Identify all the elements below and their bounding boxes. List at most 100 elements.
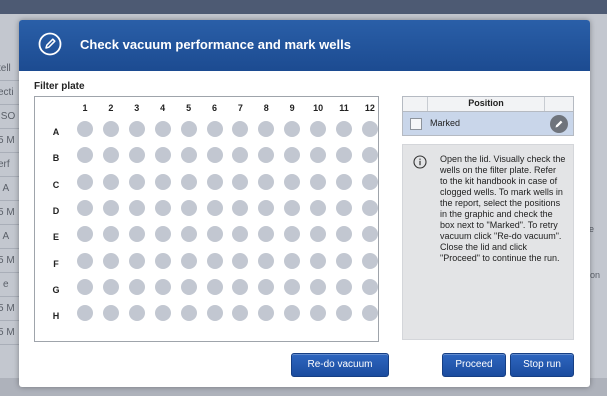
well-A9[interactable] xyxy=(284,121,301,137)
well-F2[interactable] xyxy=(102,252,119,269)
well-D8[interactable] xyxy=(258,199,275,216)
well-G3[interactable] xyxy=(128,278,145,295)
well-G11[interactable] xyxy=(336,278,352,295)
well-F6[interactable] xyxy=(206,252,223,269)
well-C6[interactable] xyxy=(206,173,223,190)
well-E1[interactable] xyxy=(77,226,93,243)
well-B8[interactable] xyxy=(258,147,275,164)
well-D11[interactable] xyxy=(336,199,352,216)
well-D1[interactable] xyxy=(77,199,93,216)
well-G5[interactable] xyxy=(180,278,197,295)
well-C8[interactable] xyxy=(258,173,275,190)
well-A8[interactable] xyxy=(258,121,275,137)
well-D2[interactable] xyxy=(102,199,119,216)
well-A1[interactable] xyxy=(77,121,93,137)
well-C9[interactable] xyxy=(284,173,301,190)
well-D4[interactable] xyxy=(154,199,171,216)
well-A12[interactable] xyxy=(361,121,378,137)
well-B7[interactable] xyxy=(232,147,249,164)
position-row-marked[interactable]: Marked xyxy=(403,112,573,135)
well-E10[interactable] xyxy=(310,226,327,243)
well-B11[interactable] xyxy=(336,147,352,164)
well-B3[interactable] xyxy=(128,147,145,164)
well-G8[interactable] xyxy=(258,278,275,295)
well-E11[interactable] xyxy=(336,226,352,243)
well-E8[interactable] xyxy=(258,226,275,243)
well-E5[interactable] xyxy=(180,226,197,243)
well-E6[interactable] xyxy=(206,226,223,243)
well-F3[interactable] xyxy=(128,252,145,269)
well-G1[interactable] xyxy=(77,278,93,295)
well-E9[interactable] xyxy=(284,226,301,243)
well-H1[interactable] xyxy=(77,305,93,322)
filter-plate-grid[interactable]: 1 2 3 4 5 6 7 8 9 10 11 12 A B C D E F G H xyxy=(34,96,379,342)
well-C3[interactable] xyxy=(128,173,145,190)
well-H4[interactable] xyxy=(154,305,171,322)
well-G6[interactable] xyxy=(206,278,223,295)
well-G12[interactable] xyxy=(361,278,378,295)
well-B2[interactable] xyxy=(102,147,119,164)
well-F5[interactable] xyxy=(180,252,197,269)
well-B5[interactable] xyxy=(180,147,197,164)
well-C4[interactable] xyxy=(154,173,171,190)
well-B6[interactable] xyxy=(206,147,223,164)
well-F11[interactable] xyxy=(336,252,352,269)
well-D6[interactable] xyxy=(206,199,223,216)
well-F7[interactable] xyxy=(232,252,249,269)
proceed-button[interactable]: Proceed xyxy=(442,353,506,377)
well-G4[interactable] xyxy=(154,278,171,295)
well-H8[interactable] xyxy=(258,305,275,322)
edit-position-button[interactable] xyxy=(550,115,568,133)
well-E7[interactable] xyxy=(232,226,249,243)
well-H7[interactable] xyxy=(232,305,249,322)
well-H10[interactable] xyxy=(310,305,327,322)
well-C7[interactable] xyxy=(232,173,249,190)
well-G7[interactable] xyxy=(232,278,249,295)
well-G2[interactable] xyxy=(102,278,119,295)
well-A2[interactable] xyxy=(102,121,119,137)
well-H9[interactable] xyxy=(284,305,301,322)
well-E2[interactable] xyxy=(102,226,119,243)
well-E3[interactable] xyxy=(128,226,145,243)
well-B10[interactable] xyxy=(310,147,327,164)
well-B9[interactable] xyxy=(284,147,301,164)
redo-vacuum-button[interactable]: Re-do vacuum xyxy=(291,353,389,377)
well-B12[interactable] xyxy=(361,147,378,164)
well-H12[interactable] xyxy=(361,305,378,322)
well-D9[interactable] xyxy=(284,199,301,216)
well-F1[interactable] xyxy=(77,252,93,269)
well-A11[interactable] xyxy=(336,121,352,137)
well-H5[interactable] xyxy=(180,305,197,322)
well-A7[interactable] xyxy=(232,121,249,137)
well-C5[interactable] xyxy=(180,173,197,190)
well-F4[interactable] xyxy=(154,252,171,269)
well-D5[interactable] xyxy=(180,199,197,216)
well-F12[interactable] xyxy=(361,252,378,269)
well-F8[interactable] xyxy=(258,252,275,269)
well-E12[interactable] xyxy=(361,226,378,243)
well-A10[interactable] xyxy=(310,121,327,137)
well-H3[interactable] xyxy=(128,305,145,322)
marked-checkbox[interactable] xyxy=(410,118,422,130)
well-H11[interactable] xyxy=(336,305,352,322)
well-A3[interactable] xyxy=(128,121,145,137)
well-A6[interactable] xyxy=(206,121,223,137)
well-D10[interactable] xyxy=(310,199,327,216)
well-H6[interactable] xyxy=(206,305,223,322)
well-D12[interactable] xyxy=(361,199,378,216)
well-H2[interactable] xyxy=(102,305,119,322)
well-A4[interactable] xyxy=(154,121,171,137)
well-E4[interactable] xyxy=(154,226,171,243)
well-C10[interactable] xyxy=(310,173,327,190)
well-F10[interactable] xyxy=(310,252,327,269)
well-C2[interactable] xyxy=(102,173,119,190)
well-F9[interactable] xyxy=(284,252,301,269)
stop-run-button[interactable]: Stop run xyxy=(510,353,574,377)
well-G10[interactable] xyxy=(310,278,327,295)
well-B4[interactable] xyxy=(154,147,171,164)
well-A5[interactable] xyxy=(180,121,197,137)
well-C12[interactable] xyxy=(361,173,378,190)
well-G9[interactable] xyxy=(284,278,301,295)
well-C1[interactable] xyxy=(77,173,93,190)
well-D7[interactable] xyxy=(232,199,249,216)
